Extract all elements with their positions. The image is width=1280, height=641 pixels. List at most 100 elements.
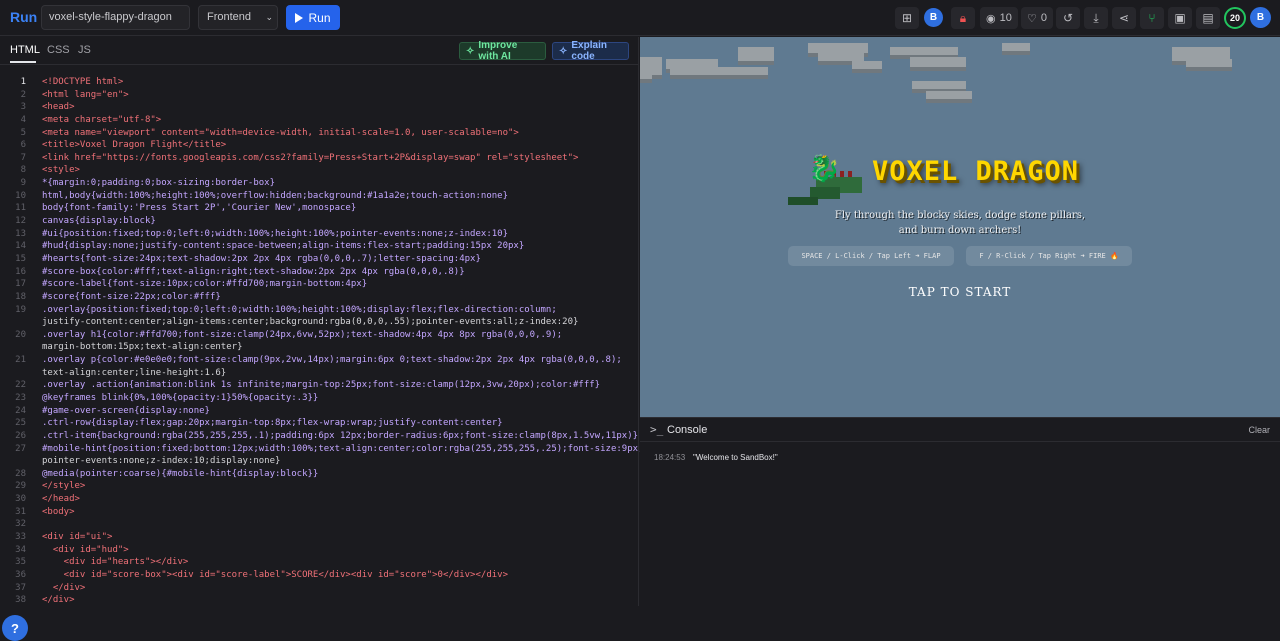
voxel-cloud — [910, 57, 966, 67]
line-number: 22 — [15, 380, 26, 390]
code-line[interactable]: <style> — [42, 165, 80, 175]
document-icon[interactable]: ▤ — [1196, 7, 1220, 29]
likes-count: 0 — [1040, 12, 1047, 24]
save-icon[interactable]: ▣ — [1168, 7, 1192, 29]
code-line[interactable]: <div id="ui"> — [42, 532, 112, 542]
code-line[interactable]: @media(pointer:coarse){#mobile-hint{disp… — [42, 469, 318, 479]
code-line[interactable]: .overlay{position:fixed;top:0;left:0;wid… — [42, 305, 557, 315]
code-line[interactable]: #hearts{font-size:24px;text-shadow:2px 2… — [42, 254, 481, 264]
improve-with-ai-button[interactable]: ✧ Improve with AI — [459, 40, 546, 62]
add-file-icon[interactable]: ⊞ — [895, 7, 919, 29]
code-line[interactable]: <link href="https://fonts.googleapis.com… — [42, 153, 578, 163]
play-icon — [295, 12, 304, 23]
line-number: 21 — [15, 355, 26, 365]
voxel-cloud — [738, 47, 774, 61]
console-panel: >_ Console Clear 18:24:53 "Welcome to Sa… — [640, 417, 1280, 606]
code-line[interactable]: <meta name="viewport" content="width=dev… — [42, 128, 519, 138]
code-line[interactable]: #ui{position:fixed;top:0;left:0;width:10… — [42, 229, 508, 239]
lock-icon[interactable]: 🔒︎ — [951, 7, 975, 29]
code-line[interactable]: #mobile-hint{position:fixed;bottom:12px;… — [42, 444, 643, 454]
game-preview[interactable]: 🐉 VOXEL DRAGON Fly through the blocky sk… — [640, 37, 1280, 417]
collaborator-avatar[interactable]: B — [924, 8, 943, 27]
sparkle-icon: ✧ — [559, 45, 568, 57]
code-line[interactable]: <div id="hearts"></div> — [42, 557, 189, 567]
code-line[interactable]: <body> — [42, 507, 75, 517]
project-name-input[interactable]: voxel-style-flappy-dragon — [41, 5, 190, 30]
control-hint-fire: F / R-Click / Tap Right ➜ FIRE 🔥 — [966, 246, 1132, 266]
clear-console-button[interactable]: Clear — [1248, 425, 1270, 435]
code-line[interactable]: @keyframes blink{0%,100%{opacity:1}50%{o… — [42, 393, 318, 403]
like-button[interactable]: ♡ 0 — [1021, 7, 1053, 29]
line-number: 24 — [15, 406, 26, 416]
download-icon[interactable]: ⤓ — [1084, 7, 1108, 29]
voxel-cloud — [852, 61, 882, 69]
tab-css[interactable]: CSS — [47, 44, 70, 56]
fork-icon[interactable]: ⑂ — [1140, 7, 1164, 29]
eye-icon: ◉ — [986, 12, 996, 25]
code-line[interactable]: <html lang="en"> — [42, 90, 129, 100]
code-line[interactable]: margin-bottom:15px;text-align:center} — [42, 342, 242, 352]
chevron-down-icon: ⌄ — [265, 12, 273, 22]
line-number: 18 — [15, 292, 26, 302]
framework-label: Frontend — [207, 11, 252, 23]
code-line[interactable]: <meta charset="utf-8"> — [42, 115, 161, 125]
code-line[interactable]: <div id="score-box"><div id="score-label… — [42, 570, 508, 580]
game-title: VOXEL DRAGON — [872, 156, 1080, 187]
line-number: 7 — [20, 153, 26, 163]
sparkle-icon: ✧ — [466, 45, 475, 57]
code-line[interactable]: html,body{width:100%;height:100%;overflo… — [42, 191, 508, 201]
line-number: 14 — [15, 241, 26, 251]
line-number: 16 — [15, 267, 26, 277]
code-line[interactable]: text-align:center;line-height:1.6} — [42, 368, 226, 378]
level-badge[interactable]: 20 — [1224, 7, 1246, 29]
code-line[interactable]: <title>Voxel Dragon Flight</title> — [42, 140, 226, 150]
code-line[interactable]: #game-over-screen{display:none} — [42, 406, 210, 416]
code-line[interactable]: .ctrl-row{display:flex;gap:20px;margin-t… — [42, 418, 503, 428]
code-line[interactable]: pointer-events:none;z-index:10;display:n… — [42, 456, 280, 466]
line-number: 10 — [15, 191, 26, 201]
help-icon[interactable]: ? — [2, 615, 28, 641]
run-label: Run — [308, 10, 331, 25]
framework-select[interactable]: Frontend ⌄ — [198, 5, 278, 30]
code-line[interactable]: canvas{display:block} — [42, 216, 156, 226]
user-avatar[interactable]: B — [1250, 7, 1271, 28]
code-line[interactable]: <div id="hud"> — [42, 545, 129, 555]
code-line[interactable]: *{margin:0;padding:0;box-sizing:border-b… — [42, 178, 275, 188]
code-line[interactable]: </div> — [42, 583, 86, 593]
code-line[interactable]: </style> — [42, 481, 85, 491]
code-line[interactable]: <!DOCTYPE html> — [42, 77, 123, 87]
line-number: 2 — [20, 90, 26, 100]
heart-icon: ♡ — [1027, 12, 1037, 25]
code-line[interactable]: .overlay .action{animation:blink 1s infi… — [42, 380, 600, 390]
share-icon[interactable]: ⋖ — [1112, 7, 1136, 29]
voxel-cloud — [926, 91, 972, 99]
views-counter: ◉ 10 — [980, 7, 1018, 29]
code-line[interactable]: .overlay h1{color:#ffd700;font-size:clam… — [42, 330, 562, 340]
line-number: 3 — [20, 102, 26, 112]
tab-html[interactable]: HTML — [10, 44, 40, 56]
code-line[interactable]: body{font-family:'Press Start 2P','Couri… — [42, 203, 356, 213]
history-icon[interactable]: ↺ — [1056, 7, 1080, 29]
line-number: 34 — [15, 545, 26, 555]
code-line[interactable]: #score-label{font-size:10px;color:#ffd70… — [42, 279, 367, 289]
code-line[interactable]: </head> — [42, 494, 80, 504]
voxel-cloud — [912, 81, 966, 89]
code-line[interactable]: .ctrl-item{background:rgba(255,255,255,.… — [42, 431, 638, 441]
code-line[interactable]: <head> — [42, 102, 75, 112]
tap-to-start[interactable]: TAP TO START — [860, 285, 1060, 299]
line-number: 19 — [15, 305, 26, 315]
code-line[interactable]: #hud{display:none;justify-content:space-… — [42, 241, 524, 251]
code-editor-panel: HTML CSS JS ✧ Improve with AI ✧ Explain … — [0, 37, 643, 641]
line-number: 5 — [20, 128, 26, 138]
explain-code-button[interactable]: ✧ Explain code — [552, 40, 629, 62]
app-logo[interactable]: Run — [10, 9, 37, 25]
tab-js[interactable]: JS — [78, 44, 91, 56]
code-line[interactable]: .overlay p{color:#e0e0e0;font-size:clamp… — [42, 355, 622, 365]
code-line[interactable]: justify-content:center;align-items:cente… — [42, 317, 578, 327]
explain-label: Explain code — [571, 40, 607, 62]
line-number: 28 — [15, 469, 26, 479]
code-line[interactable]: #score-box{color:#fff;text-align:right;t… — [42, 267, 465, 277]
code-line[interactable]: #score{font-size:22px;color:#fff} — [42, 292, 221, 302]
run-button[interactable]: Run — [286, 5, 340, 30]
code-line[interactable]: </div> — [42, 595, 75, 605]
